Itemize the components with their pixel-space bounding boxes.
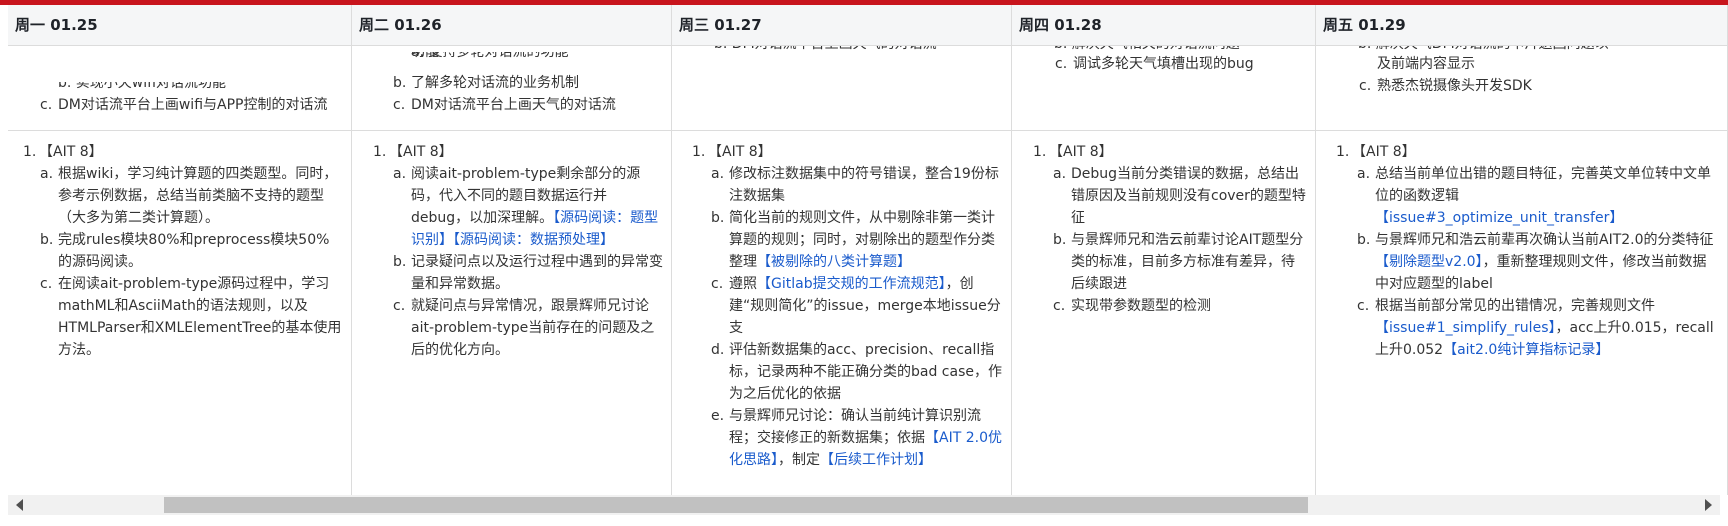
link-gitlab-workflow[interactable]: 【Gitlab提交规的工作流规范】 — [757, 276, 946, 292]
header-thursday[interactable]: 周四 01.28 — [1012, 5, 1316, 45]
list-item: b. 完成rules模块80%和preprocess模块50%的源码阅读。 — [40, 232, 330, 270]
list-item: a. 阅读ait-problem-type剩余部分的源码，代入不同的题目数据运行并… — [393, 166, 659, 248]
cell-tuesday-prev[interactable]: a. 支持多轮对话流的功能 功能 b. 了解多轮对话流的业务机制 c. DM对话流平台… — [352, 45, 672, 130]
list-item: d. 评估新数据集的acc、precision、recall指标，记录两种不能正确… — [711, 342, 1002, 402]
list-item: b. 与景辉师兄和浩云前辈讨论AIT题型分类的标准，目前多方标准有差异，待后续跟进 — [1053, 232, 1304, 292]
list-item: b. 简化当前的规则文件，从中剔除非第一类计算题的规则；同时，对剔除出的题型作分类… — [711, 210, 995, 270]
link-source-preprocess[interactable]: 【源码阅读：数据预处理】 — [453, 232, 614, 248]
list-item: b. 与景辉师兄和浩云前辈再次确认当前AIT2.0的分类特征【剔除题型v2.0】，… — [1357, 232, 1714, 292]
header-wednesday[interactable]: 周三 01.27 — [672, 5, 1012, 45]
list-item: e. 与景辉师兄讨论：确认当前纯计算识别流程；交接修正的新数据集；依据【AIT 2… — [711, 408, 1002, 468]
scroll-right-icon[interactable] — [1705, 499, 1712, 511]
list-item: b. 了解多轮对话流的业务机制 — [393, 75, 579, 91]
link-issue-3[interactable]: 【issue#3_optimize_unit_transfer】 — [1375, 210, 1623, 226]
cell-monday-prev[interactable]: b. 实现小天wifi对话流功能 c. DM对话流平台上画wifi与APP控制的对… — [8, 45, 352, 130]
header-friday[interactable]: 周五 01.29 — [1316, 5, 1728, 45]
list-item: c. 根据当前部分常见的出错情况，完善规则文件 【issue#1_simplify_… — [1357, 298, 1714, 358]
list-item: c. 就疑问点与异常情况，跟景辉师兄讨论ait-problem-type当前存在的… — [393, 298, 655, 358]
list-item: c. 遵照【Gitlab提交规的工作流规范】，创建“规则简化”的issue，mer… — [711, 276, 1001, 336]
table-row: 1. 【AIT 8】 a. 根据wiki，学习纯计算题的四类题型。同时，参考示例数… — [8, 131, 1728, 495]
cell-wednesday-prev[interactable]: b. DM对话流平台上画天气的对话流 — [672, 45, 1012, 130]
table-header: 周一 01.25 周二 01.26 周三 01.27 周四 01.28 周五 0… — [8, 5, 1728, 46]
list-item: c. DM对话流平台上画wifi与APP控制的对话流 — [40, 97, 328, 113]
cell-friday-prev[interactable]: b. 解决天气DM对话流的卡片返回问题以 及前端内容显示 c.熟悉杰锐摄像头开发… — [1316, 45, 1728, 130]
project-tag: 【AIT 8】 — [39, 144, 103, 160]
cell-thursday[interactable]: 1. 【AIT 8】 a. Debug当前分类错误的数据，总结出错原因及当前规则没… — [1012, 131, 1316, 495]
list-item: c. 在阅读ait-problem-type源码过程中，学习mathML和Asci… — [40, 276, 342, 358]
header-tuesday[interactable]: 周二 01.26 — [352, 5, 672, 45]
table-row: b. 实现小天wifi对话流功能 c. DM对话流平台上画wifi与APP控制的对… — [8, 45, 1728, 131]
list-item: a. 修改标注数据集中的符号错误，整合19份标注数据集 — [711, 166, 999, 204]
link-followup-plan[interactable]: 【后续工作计划】 — [820, 452, 932, 468]
weekly-report-table: 周一 01.25 周二 01.26 周三 01.27 周四 01.28 周五 0… — [8, 5, 1728, 495]
list-item: c. DM对话流平台上画天气的对话流 — [393, 97, 616, 113]
cell-wednesday[interactable]: 1. 【AIT 8】 a. 修改标注数据集中的符号错误，整合19份标注数据集 b.… — [672, 131, 1012, 495]
link-ait2-metrics[interactable]: 【ait2.0纯计算指标记录】 — [1443, 342, 1609, 358]
link-issue-1[interactable]: 【issue#1_simplify_rules】 — [1375, 320, 1555, 336]
list-item: a. Debug当前分类错误的数据，总结出错原因及当前规则没有cover的题型特征 — [1053, 166, 1306, 226]
project-tag: 【AIT 8】 — [708, 144, 772, 160]
list-item: b. 记录疑问点以及运行过程中遇到的异常变量和异常数据。 — [393, 254, 663, 292]
list-item: a. 总结当前单位出错的题目特征，完善英文单位转中文单位的函数逻辑 【issue#3… — [1357, 166, 1711, 226]
scroll-left-icon[interactable] — [16, 499, 23, 511]
cell-friday[interactable]: 1. 【AIT 8】 a. 总结当前单位出错的题目特征，完善英文单位转中文单位的函… — [1316, 131, 1728, 495]
horizontal-scrollbar[interactable] — [8, 495, 1720, 515]
list-item: c. 调试多轮天气填槽出现的bug — [1055, 56, 1254, 72]
cell-monday[interactable]: 1. 【AIT 8】 a. 根据wiki，学习纯计算题的四类题型。同时，参考示例数… — [8, 131, 352, 495]
list-item: c. 熟悉杰锐摄像头开发SDK — [1359, 78, 1532, 94]
link-removed-categories[interactable]: 【被剔除的八类计算题】 — [757, 254, 911, 270]
list-item: 及前端内容显示 — [1377, 56, 1475, 72]
project-tag: 【AIT 8】 — [1049, 144, 1113, 160]
project-tag: 【AIT 8】 — [389, 144, 453, 160]
list-item: b. 实现小天wifi对话流功能 — [58, 82, 226, 91]
list-item: a. 支持多轮对话流的功能 功能 — [411, 52, 569, 60]
list-item: a. 根据wiki，学习纯计算题的四类题型。同时，参考示例数据，总结当前类脑不支持… — [40, 166, 338, 226]
cell-thursday-prev[interactable]: b. 解决天气相关的对话流问题 c.调试多轮天气填槽出现的bug — [1012, 45, 1316, 130]
cell-tuesday[interactable]: 1. 【AIT 8】 a. 阅读ait-problem-type剩余部分的源码，代… — [352, 131, 672, 495]
project-tag: 【AIT 8】 — [1352, 144, 1416, 160]
link-removed-types-v2[interactable]: 【剔除题型v2.0】 — [1375, 254, 1483, 270]
list-item: c. 实现带参数题型的检测 — [1053, 298, 1211, 314]
scrollbar-thumb[interactable] — [164, 497, 1308, 513]
header-monday[interactable]: 周一 01.25 — [8, 5, 352, 45]
